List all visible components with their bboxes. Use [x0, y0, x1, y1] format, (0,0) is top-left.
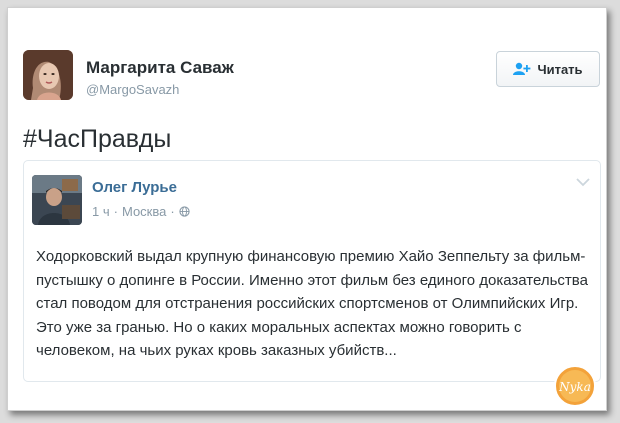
user-avatar-icon: [23, 50, 73, 100]
nyka-logo-icon: Nyka: [554, 365, 596, 407]
quoted-time[interactable]: 1 ч: [92, 204, 110, 219]
follow-button[interactable]: Читать: [496, 51, 600, 87]
quoted-author-name[interactable]: Олег Лурье: [92, 179, 177, 196]
author-avatar[interactable]: [23, 50, 73, 100]
watermark-text: Nyka: [558, 380, 591, 394]
quoted-tweet-text: Ходорковский выдал крупную финансовую пр…: [36, 248, 588, 359]
author-name[interactable]: Маргарита Саваж: [86, 58, 234, 78]
tweet-card: Маргарита Саваж @MargoSavazh Читать #Час…: [7, 7, 607, 411]
quoted-location[interactable]: Москва: [122, 204, 166, 219]
tweet-text[interactable]: #ЧасПравды: [23, 125, 171, 154]
quoted-meta: 1 ч · Москва ·: [92, 204, 190, 219]
globe-icon: [179, 206, 190, 217]
meta-separator: ·: [113, 204, 118, 219]
user-avatar-icon: [32, 175, 82, 225]
add-user-icon: [513, 62, 531, 75]
quoted-tweet[interactable]: Олег Лурье 1 ч · Москва · Ходорковский в…: [23, 160, 601, 382]
quoted-author-avatar[interactable]: [32, 175, 82, 225]
chevron-down-icon[interactable]: [576, 177, 590, 187]
author-handle[interactable]: @MargoSavazh: [86, 82, 179, 97]
meta-separator: ·: [170, 204, 175, 219]
follow-label: Читать: [537, 61, 583, 77]
